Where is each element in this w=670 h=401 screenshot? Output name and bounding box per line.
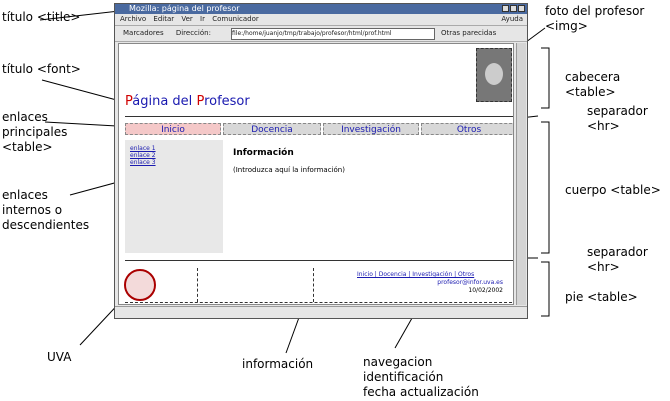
browser-window: Mozilla: página del profesor Archivo Edi…	[114, 3, 528, 319]
side-link-3[interactable]: enlace 3	[130, 159, 223, 166]
main-nav: Inicio Docencia Investigación Otros	[125, 123, 513, 135]
label-pie-notes: navegacion identificación fecha actualiz…	[363, 355, 479, 399]
window-title: Mozilla: página del profesor	[129, 4, 240, 13]
title-text-2: rofesor	[204, 94, 250, 109]
leader-titulo-font	[41, 79, 125, 103]
title-text-1: ágina del	[132, 94, 197, 109]
label-separador-2: separador <hr>	[587, 245, 648, 274]
side-link-2[interactable]: enlace 2	[130, 152, 223, 159]
nav-otros[interactable]: Otros	[421, 123, 513, 135]
label-foto: foto del profesor <img>	[545, 4, 645, 33]
bracket-pie	[541, 261, 550, 317]
photo-face	[485, 63, 503, 85]
vertical-scrollbar[interactable]	[516, 43, 526, 305]
label-titulo-title: título <title>	[2, 10, 81, 24]
page-title: Página del Profesor	[125, 94, 250, 109]
label-enlaces-internos: enlaces internos o descendientes	[2, 188, 90, 232]
bookmarks-button[interactable]: Marcadores	[123, 29, 164, 37]
header-separator	[125, 116, 513, 117]
nav-docencia[interactable]: Docencia	[223, 123, 321, 135]
nav-investigacion[interactable]: Investigación	[323, 123, 419, 135]
window-titlebar: Mozilla: página del profesor	[115, 4, 527, 14]
page-viewport: Página del Profesor Inicio Docencia Inve…	[118, 43, 514, 305]
professor-photo	[476, 48, 512, 102]
navigation-toolbar: Marcadores Dirección: file:/home/juanjo/…	[115, 25, 527, 42]
menu-editar[interactable]: Editar	[153, 15, 174, 23]
uva-seal-icon	[124, 269, 156, 301]
side-link-1[interactable]: enlace 1	[130, 145, 223, 152]
url-field[interactable]: file:/home/juanjo/tmp/trabajo/profesor/h…	[231, 28, 435, 40]
label-enlaces-principales: enlaces principales <table>	[2, 110, 68, 154]
info-heading: Información	[233, 148, 294, 158]
footer-bottom-border	[125, 302, 513, 303]
menu-bar: Archivo Editar Ver Ir Comunicador Ayuda	[115, 14, 527, 25]
bracket-cuerpo	[541, 121, 550, 254]
label-separador-1: separador <hr>	[587, 104, 648, 133]
label-cuerpo: cuerpo <table>	[565, 183, 661, 197]
menu-comunicador[interactable]: Comunicador	[212, 15, 259, 23]
menu-ir[interactable]: Ir	[200, 15, 205, 23]
footer-separator	[125, 260, 513, 261]
minimize-icon[interactable]	[502, 5, 509, 12]
close-icon[interactable]	[518, 5, 525, 12]
label-titulo-font: título <font>	[2, 62, 81, 76]
label-pie: pie <table>	[565, 290, 638, 304]
info-text: (Introduzca aquí la información)	[233, 166, 345, 174]
footer-date: 10/02/2002	[468, 287, 503, 294]
status-bar	[115, 306, 527, 319]
footer-nav[interactable]: Inicio | Docencia | Investigación | Otro…	[357, 271, 474, 278]
side-links: enlace 1 enlace 2 enlace 3	[125, 140, 223, 253]
address-label: Dirección:	[175, 29, 211, 37]
title-initial-p2: P	[196, 94, 205, 109]
label-informacion: información	[242, 357, 314, 371]
footer-divider-1	[197, 268, 198, 302]
maximize-icon[interactable]	[510, 5, 517, 12]
bracket-cabecera	[541, 47, 550, 109]
label-uva: UVA	[47, 350, 72, 364]
label-cabecera: cabecera <table>	[565, 70, 621, 99]
footer-divider-2	[313, 268, 314, 302]
related-button[interactable]: Otras parecidas	[441, 26, 496, 41]
nav-inicio[interactable]: Inicio	[125, 123, 221, 135]
menu-ver[interactable]: Ver	[181, 15, 192, 23]
footer-email[interactable]: profesor@infor.uva.es	[437, 279, 503, 286]
menu-ayuda[interactable]: Ayuda	[501, 14, 523, 25]
menu-archivo[interactable]: Archivo	[120, 15, 146, 23]
